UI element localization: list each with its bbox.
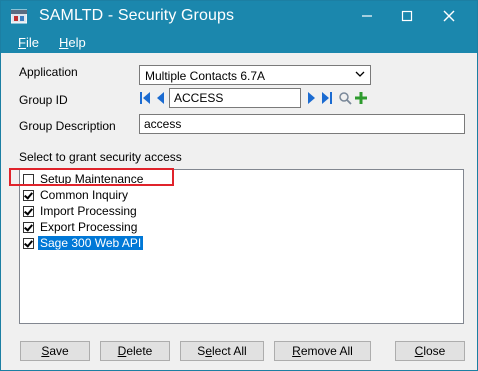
application-value: Multiple Contacts 6.7A <box>145 69 266 83</box>
group-id-input[interactable] <box>169 88 301 108</box>
delete-label: elete <box>126 344 153 358</box>
group-id-label: Group ID <box>19 93 68 107</box>
next-record-icon[interactable] <box>305 91 317 105</box>
application-select[interactable]: Multiple Contacts 6.7A <box>139 65 371 85</box>
list-item-label: Import Processing <box>40 204 137 218</box>
highlight-box <box>9 168 174 186</box>
application-label: Application <box>19 65 78 79</box>
menu-help[interactable]: Help <box>59 35 86 50</box>
remove-all-button[interactable]: Remove All <box>274 341 371 361</box>
select-all-button[interactable]: Se lect All <box>180 341 264 361</box>
list-item-common-inquiry[interactable]: Common Inquiry <box>23 187 130 203</box>
permissions-list[interactable]: Setup Maintenance Common Inquiry Import … <box>19 169 464 324</box>
minimize-button[interactable] <box>347 1 387 31</box>
grant-access-label: Select to grant security access <box>19 150 182 164</box>
app-icon <box>11 9 27 24</box>
menu-bar: File Help <box>1 31 477 53</box>
select-all-label: lect All <box>212 344 247 358</box>
security-groups-window: SAMLTD - Security Groups File Help Appli… <box>0 0 478 371</box>
close-window-button[interactable] <box>429 1 469 31</box>
menu-file[interactable]: File <box>18 35 39 50</box>
group-description-input[interactable] <box>139 114 465 134</box>
maximize-icon <box>401 10 413 22</box>
select-all-hotkey: e <box>205 344 212 358</box>
menu-file-label: ile <box>25 35 39 50</box>
import-processing-checkbox[interactable] <box>23 205 34 217</box>
last-record-icon[interactable] <box>321 91 333 105</box>
menu-help-label: elp <box>68 35 86 50</box>
save-button[interactable]: Save <box>20 341 90 361</box>
delete-hotkey: D <box>117 344 127 358</box>
close-icon <box>443 10 455 22</box>
first-record-icon[interactable] <box>139 91 151 105</box>
remove-all-hotkey: R <box>292 344 301 358</box>
list-item-sage-300-web-api[interactable]: Sage 300 Web API <box>23 235 145 251</box>
export-processing-checkbox[interactable] <box>23 221 34 233</box>
previous-record-icon[interactable] <box>155 91 167 105</box>
list-item-import-processing[interactable]: Import Processing <box>23 203 139 219</box>
dropdown-arrow-icon <box>355 71 365 77</box>
title-bar[interactable]: SAMLTD - Security Groups <box>1 1 477 31</box>
maximize-button[interactable] <box>387 1 427 31</box>
close-label: lose <box>423 344 446 358</box>
menu-file-hotkey: F <box>18 35 26 50</box>
group-description-label: Group Description <box>19 119 116 133</box>
list-item-label: Sage 300 Web API <box>36 235 145 251</box>
search-icon[interactable] <box>338 91 352 105</box>
delete-button[interactable]: Delete <box>100 341 170 361</box>
window-title: SAMLTD - Security Groups <box>39 7 235 24</box>
list-item-label: Export Processing <box>40 220 138 234</box>
save-hotkey: S <box>41 344 50 358</box>
menu-help-hotkey: H <box>59 35 69 50</box>
add-icon[interactable] <box>354 91 368 105</box>
common-inquiry-checkbox[interactable] <box>23 189 34 201</box>
select-all-prefix: S <box>197 344 206 358</box>
list-item-label: Common Inquiry <box>40 188 129 202</box>
save-label: ave <box>49 344 69 358</box>
remove-all-label: emove All <box>300 344 353 358</box>
minimize-icon <box>362 15 372 17</box>
sage-300-web-api-checkbox[interactable] <box>23 237 34 249</box>
close-button[interactable]: Close <box>395 341 465 361</box>
list-item-export-processing[interactable]: Export Processing <box>23 219 139 235</box>
close-hotkey: C <box>414 344 424 358</box>
